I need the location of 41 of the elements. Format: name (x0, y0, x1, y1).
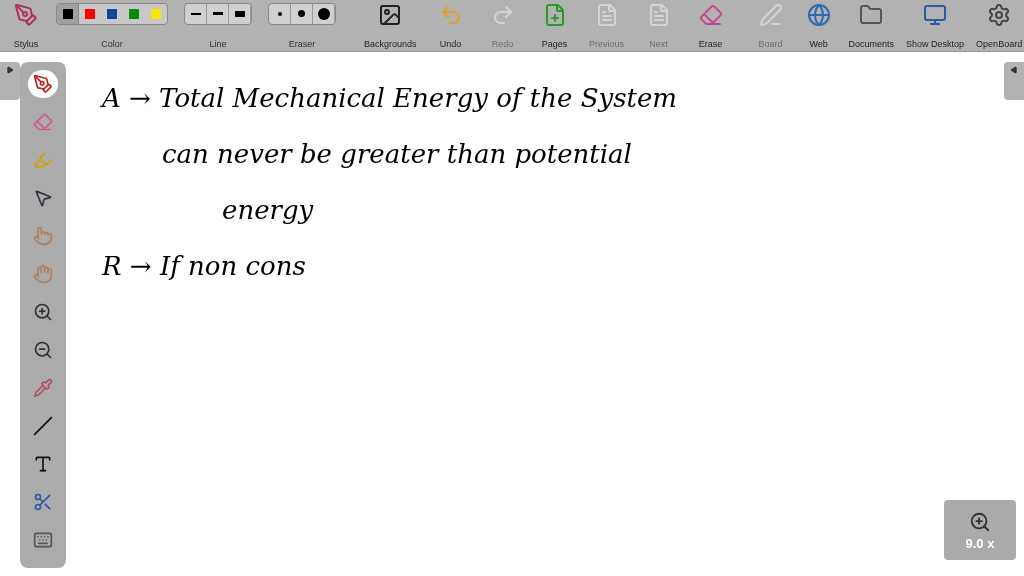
toolbar-button[interactable]: OpenBoard (972, 2, 1024, 49)
pen-icon (33, 74, 53, 94)
handwritten-note: R → If non cons (102, 250, 307, 283)
zoom-level: 9.0 x (965, 536, 995, 550)
zoom-out-icon (33, 340, 53, 360)
group-label: Color (101, 39, 123, 49)
play-icon (1010, 66, 1018, 74)
zoom-icon (969, 510, 991, 533)
toolbar-button[interactable]: Show Desktop (902, 2, 969, 49)
color-swatch[interactable] (57, 3, 79, 24)
palette-tab[interactable] (0, 62, 20, 100)
marker-icon (33, 150, 53, 170)
toolbar-button[interactable]: Documents (844, 2, 899, 49)
toolbar-button[interactable]: Web (796, 2, 841, 49)
keyboard-icon (33, 530, 53, 550)
line-icon (33, 416, 53, 436)
handwritten-note: A → Total Mechanical Energy of the System (102, 82, 678, 115)
documents-icon (859, 2, 884, 27)
toolbar-button[interactable]: Backgrounds (360, 2, 421, 49)
group-label: Line (209, 39, 227, 49)
handwritten-note: can never be greater than potential (162, 138, 633, 171)
toolbar-button[interactable]: Erase (688, 2, 733, 49)
group-label: Eraser (288, 39, 316, 49)
erase-icon (698, 2, 723, 27)
handwritten-note: energy (222, 194, 315, 227)
pointer-icon (33, 188, 53, 208)
settings-icon (987, 2, 1012, 27)
zoom-in-icon (33, 302, 53, 322)
desktop-icon (923, 2, 948, 27)
play-icon (6, 66, 14, 74)
toolbar-button[interactable]: Pages (532, 2, 577, 49)
eraser-icon (33, 112, 53, 132)
toolbar-button[interactable]: Stylus (4, 2, 48, 49)
tool-button[interactable] (28, 70, 58, 98)
text-icon (33, 454, 53, 474)
stylus-icon (14, 2, 38, 27)
hand-icon (33, 264, 53, 284)
page-panel-tab[interactable] (1004, 62, 1024, 100)
web-icon (806, 2, 831, 27)
pipette-icon (33, 378, 53, 398)
toolbar-button[interactable]: Undo (428, 2, 473, 49)
